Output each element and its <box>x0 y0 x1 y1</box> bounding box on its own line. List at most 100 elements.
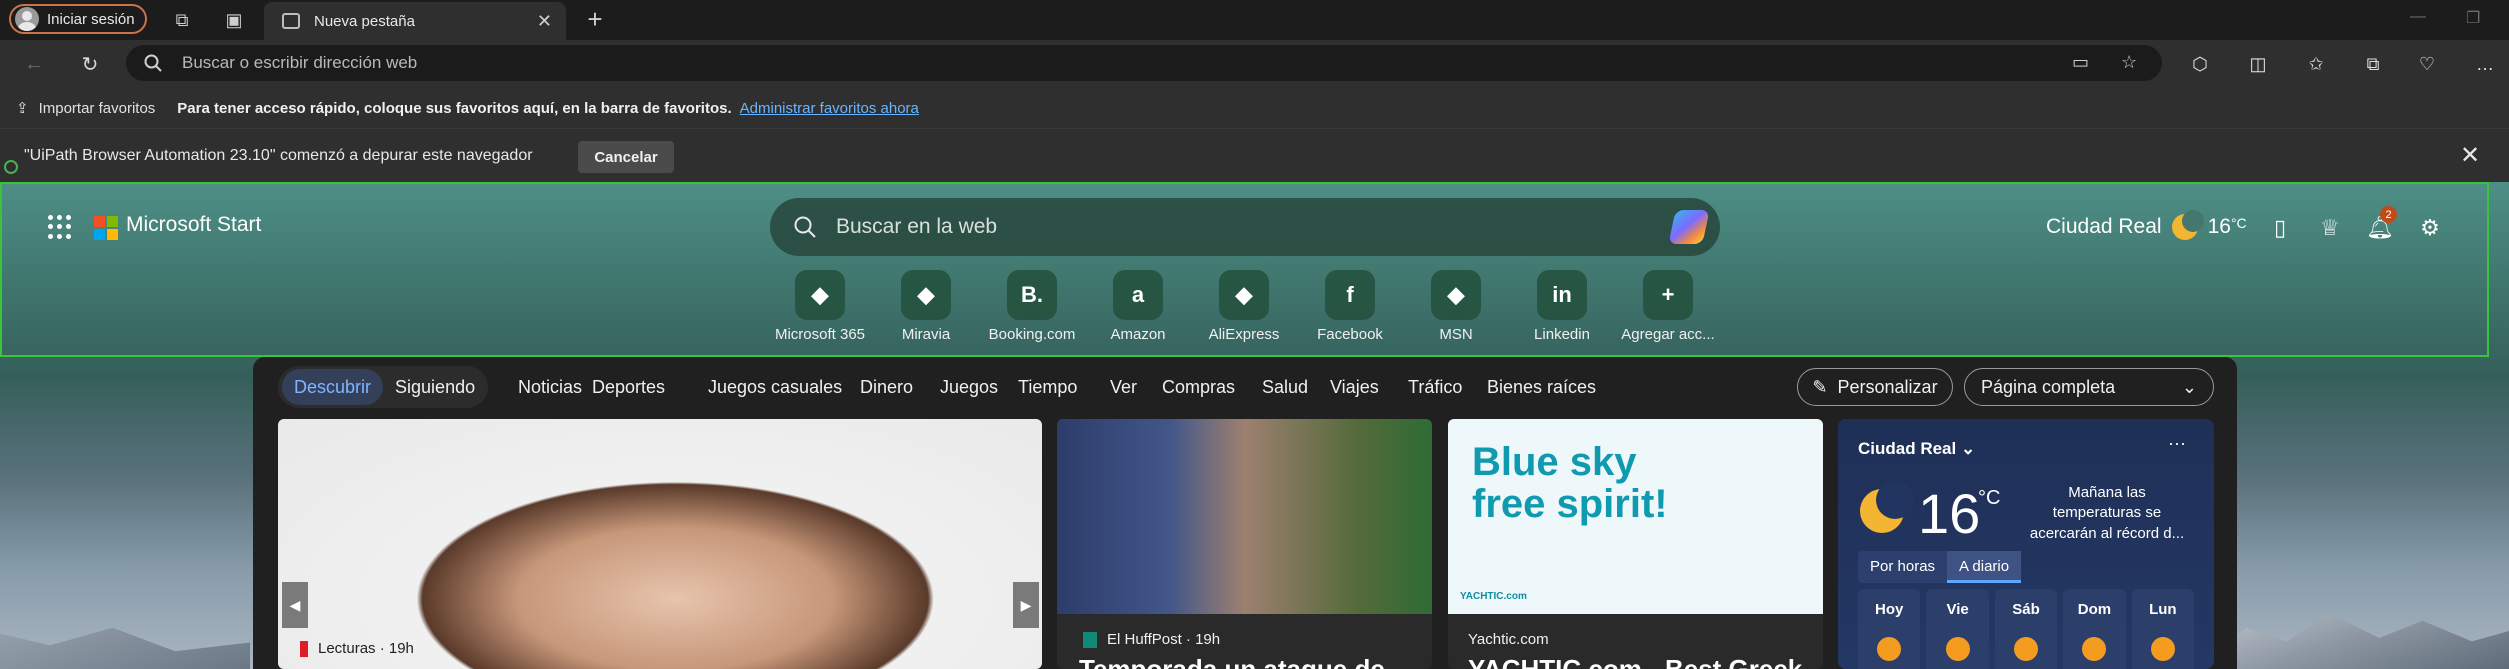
feed-tab-group: Descubrir Siguiendo <box>278 366 488 408</box>
news-card[interactable]: El HuffPost · 19h Temporada un ataque de <box>1057 419 1432 669</box>
forecast-day[interactable]: Lun <box>2131 589 2195 669</box>
hero-news-card[interactable] <box>278 419 1042 669</box>
new-tab-button[interactable]: + <box>580 4 610 34</box>
mobile-app-icon[interactable]: ▯ <box>2264 212 2296 244</box>
app-launcher-icon[interactable] <box>48 215 72 239</box>
manage-favorites-link[interactable]: Administrar favoritos ahora <box>740 100 919 117</box>
weather-unit: °C <box>1978 487 2001 509</box>
hero-source: Lecturas · 19h <box>300 640 414 657</box>
back-icon[interactable]: ← <box>18 48 50 80</box>
rewards-trophy-icon[interactable]: ♕ <box>2314 212 2346 244</box>
import-favorites-button[interactable]: ⇪ Importar favoritos <box>16 99 156 118</box>
forecast-day-label: Dom <box>2077 601 2112 618</box>
tab-following[interactable]: Siguiendo <box>395 377 475 398</box>
restore-icon[interactable]: ❐ <box>2466 8 2480 28</box>
quick-link[interactable]: in Linkedin <box>1512 270 1612 343</box>
copilot-icon[interactable] <box>1668 210 1710 244</box>
quick-link[interactable]: ◆ MSN <box>1406 270 1506 343</box>
brand-title: Microsoft Start <box>126 213 262 236</box>
close-tab-icon[interactable]: ✕ <box>537 11 552 32</box>
quick-link[interactable]: + Agregar acc... <box>1618 270 1718 343</box>
personalize-button[interactable]: ✎ Personalizar <box>1797 368 1953 406</box>
tab-new-tab[interactable]: Nueva pestaña ✕ <box>264 2 566 40</box>
add-icon: + <box>1643 270 1693 320</box>
quick-link[interactable]: ◆ AliExpress <box>1194 270 1294 343</box>
address-input[interactable] <box>180 52 1884 74</box>
import-favorites-label: Importar favoritos <box>38 99 156 117</box>
category-link[interactable]: Ver <box>1110 377 1137 398</box>
immersive-reader-icon[interactable]: ▭ <box>2072 52 2089 73</box>
quick-link[interactable]: ◆ Microsoft 365 <box>770 270 870 343</box>
refresh-icon[interactable]: ↻ <box>74 48 106 80</box>
more-options-icon[interactable]: ··· <box>2168 433 2186 454</box>
settings-gear-icon[interactable]: ⚙ <box>2414 212 2446 244</box>
web-search-input[interactable] <box>834 214 1638 240</box>
minimize-icon[interactable]: — <box>2410 8 2426 26</box>
category-link[interactable]: Noticias <box>518 377 582 398</box>
workspaces-icon[interactable]: ⧉ <box>166 4 198 36</box>
category-link[interactable]: Compras <box>1162 377 1235 398</box>
category-link[interactable]: Juegos <box>940 377 998 398</box>
sun-icon <box>1877 637 1902 661</box>
browser-essentials-icon[interactable]: ♡ <box>2412 50 2442 78</box>
weather-card[interactable]: Ciudad Real ⌄ ··· 16 °C Mañana las tempe… <box>1838 419 2214 669</box>
close-infobar-icon[interactable]: ✕ <box>2460 141 2480 170</box>
vertical-tabs-icon[interactable]: ▣ <box>218 4 250 36</box>
forecast-day[interactable]: Hoy <box>1858 589 1921 669</box>
forecast-day[interactable]: Vie <box>1926 589 1989 669</box>
weather-temperature: 16 <box>1918 482 1981 545</box>
microsoft-365-icon: ◆ <box>795 270 845 320</box>
forecast-day[interactable]: Sáb <box>1994 589 2058 669</box>
import-icon: ⇪ <box>16 100 29 117</box>
quick-link[interactable]: a Amazon <box>1088 270 1188 343</box>
profile-button[interactable]: Iniciar sesión <box>9 4 147 34</box>
tab-daily[interactable]: A diario <box>1947 551 2022 583</box>
category-link[interactable]: Juegos casuales <box>708 377 842 398</box>
cancel-button[interactable]: Cancelar <box>578 141 674 173</box>
news-source-label: El HuffPost · 19h <box>1107 631 1221 648</box>
address-bar[interactable] <box>126 45 2162 81</box>
ad-card[interactable]: Blue sky free spirit! YACHTIC.com Yachti… <box>1448 419 1823 669</box>
lecturas-logo-icon <box>300 640 308 657</box>
news-image <box>1057 419 1432 614</box>
page-layout-select[interactable]: Página completa ⌄ <box>1964 368 2214 406</box>
more-options-icon[interactable]: … <box>2470 50 2500 78</box>
facebook-icon: f <box>1325 270 1375 320</box>
collections-icon[interactable]: ⧉ <box>2358 50 2388 78</box>
category-link[interactable]: Deportes <box>592 377 665 398</box>
forecast-day[interactable]: Dom <box>2063 589 2126 669</box>
search-icon <box>794 216 816 238</box>
tab-discover[interactable]: Descubrir <box>282 369 384 405</box>
forecast-day-label: Vie <box>1946 601 1969 618</box>
category-link[interactable]: Salud <box>1262 377 1308 398</box>
category-link[interactable]: Tráfico <box>1408 377 1462 398</box>
quick-link[interactable]: f Facebook <box>1300 270 1400 343</box>
category-link[interactable]: Viajes <box>1330 377 1379 398</box>
carousel-prev-icon[interactable]: ◀ <box>282 582 308 628</box>
ad-source: Yachtic.com <box>1468 631 1549 648</box>
forecast-day-label: Lun <box>2149 601 2177 618</box>
carousel-next-icon[interactable]: ▶ <box>1013 582 1039 628</box>
weather-location[interactable]: Ciudad Real ⌄ <box>1858 439 1975 459</box>
category-link[interactable]: Dinero <box>860 377 913 398</box>
split-screen-icon[interactable]: ◫ <box>2243 50 2273 78</box>
quick-link[interactable]: B. Booking.com <box>982 270 1082 343</box>
category-link[interactable]: Tiempo <box>1018 377 1077 398</box>
quick-link[interactable]: ◆ Miravia <box>876 270 976 343</box>
quick-link-label: Booking.com <box>988 326 1076 343</box>
microsoft-logo-icon <box>94 216 118 240</box>
header-weather[interactable]: Ciudad Real 16°C <box>2046 210 2247 240</box>
web-search-box[interactable] <box>770 198 1720 256</box>
favorites-bar: ⇪ Importar favoritos Para tener acceso r… <box>0 88 2509 128</box>
debugging-infobar: "UiPath Browser Automation 23.10" comenz… <box>0 128 2509 183</box>
extensions-icon[interactable]: ⬡ <box>2185 50 2215 78</box>
quick-link-label: Microsoft 365 <box>774 326 866 343</box>
category-link[interactable]: Bienes raíces <box>1487 377 1596 398</box>
favorites-icon[interactable]: ✩ <box>2301 50 2331 78</box>
weather-note[interactable]: Mañana las temperaturas se acercarán al … <box>2022 483 2192 544</box>
favorite-star-icon[interactable]: ☆ <box>2121 52 2137 73</box>
header-temperature: 16 <box>2207 215 2231 238</box>
hero-source-label: Lecturas · 19h <box>318 640 414 657</box>
tab-hourly[interactable]: Por horas <box>1858 551 1947 583</box>
quick-link-label: Miravia <box>901 326 951 343</box>
